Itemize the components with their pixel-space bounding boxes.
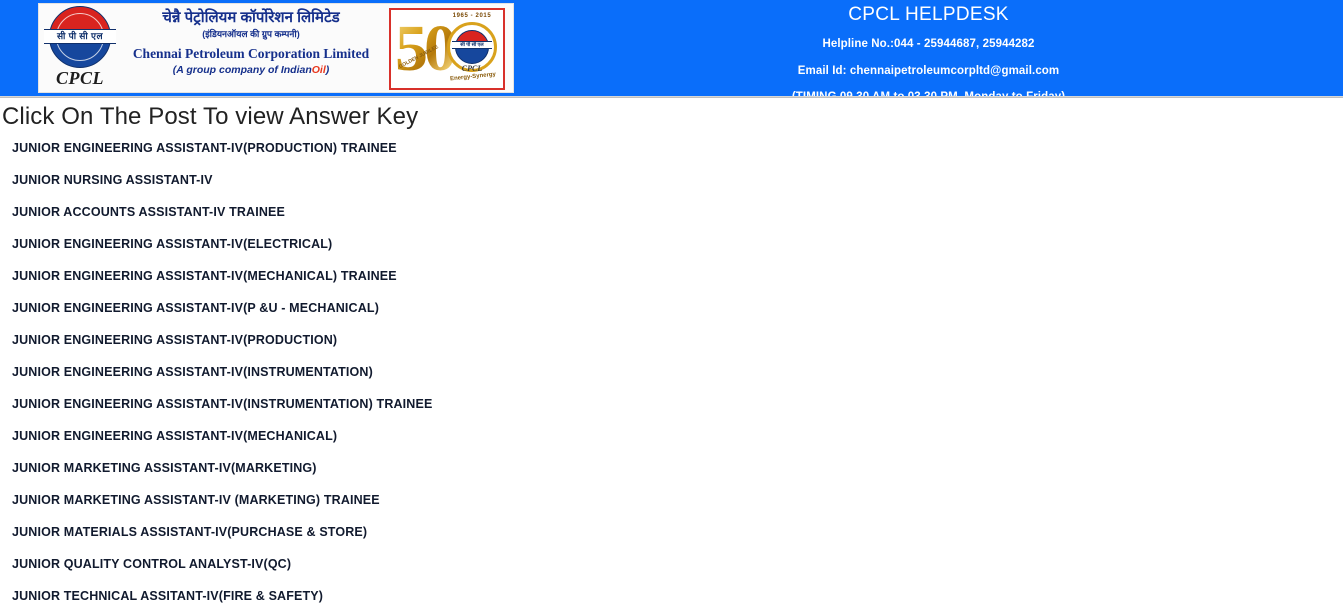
company-name-block: चेन्नै पेट्रोलियम कॉर्पोरेशन लिमिटेड (इं… <box>111 9 391 78</box>
jubilee-number: 50 <box>395 12 457 85</box>
helpdesk-timing: (TIMING 09.30 AM to 03.30 PM. Monday to … <box>514 91 1343 96</box>
post-list-item[interactable]: JUNIOR ENGINEERING ASSISTANT-IV(MECHANIC… <box>0 260 1343 292</box>
post-list-item[interactable]: JUNIOR ENGINEERING ASSISTANT-IV(PRODUCTI… <box>0 132 1343 164</box>
helpdesk-title: CPCL HELPDESK <box>848 4 1009 25</box>
company-subtitle-hindi: (इंडियनऑयल की ग्रुप कम्पनी) <box>202 28 300 39</box>
post-list-item[interactable]: JUNIOR ENGINEERING ASSISTANT-IV(P &U - M… <box>0 292 1343 324</box>
helpdesk-email: Email Id: chennaipetroleumcorpltd@gmail.… <box>797 64 1060 77</box>
helpdesk-block: CPCL HELPDESK Helpline No.:044 - 2594468… <box>514 0 1343 96</box>
post-list-item[interactable]: JUNIOR ENGINEERING ASSISTANT-IV(MECHANIC… <box>0 420 1343 452</box>
company-name-english: Chennai Petroleum Corporation Limited <box>132 46 370 62</box>
company-name-hindi: चेन्नै पेट्रोलियम कॉर्पोरेशन लिमिटेड <box>162 9 340 26</box>
post-list-item[interactable]: JUNIOR TECHNICAL ASSITANT-IV(FIRE & SAFE… <box>0 580 1343 612</box>
company-subtitle-prefix: (A group company of Indian <box>172 64 312 77</box>
post-list-item[interactable]: JUNIOR QUALITY CONTROL ANALYST-IV(QC) <box>0 548 1343 580</box>
jubilee-years: 1965 - 2015 <box>452 13 492 19</box>
company-subtitle-suffix: ) <box>325 64 330 77</box>
post-list-item[interactable]: JUNIOR MARKETING ASSISTANT-IV (MARKETING… <box>0 484 1343 516</box>
post-list-item[interactable]: JUNIOR ACCOUNTS ASSISTANT-IV TRAINEE <box>0 196 1343 228</box>
cpcl-emblem-band: सी पी सी एल <box>44 29 116 44</box>
indianoil-brand-text: Oil <box>311 64 326 77</box>
page-title: Click On The Post To view Answer Key <box>2 103 419 130</box>
jubilee-emblem-band-text: सी पी सी एल <box>460 42 484 48</box>
jubilee-emblem-band: सी पी सी एल <box>452 41 492 49</box>
cpcl-emblem-band-text: सी पी सी एल <box>56 31 104 41</box>
post-list: JUNIOR ENGINEERING ASSISTANT-IV(PRODUCTI… <box>0 132 1343 612</box>
post-list-item[interactable]: JUNIOR NURSING ASSISTANT-IV <box>0 164 1343 196</box>
post-list-item[interactable]: JUNIOR ENGINEERING ASSISTANT-IV(ELECTRIC… <box>0 228 1343 260</box>
golden-jubilee-logo: 50 1965 - 2015 GOLDEN JUBILEE सी पी सी ए… <box>389 8 505 90</box>
post-list-item[interactable]: JUNIOR ENGINEERING ASSISTANT-IV(PRODUCTI… <box>0 324 1343 356</box>
post-list-item[interactable]: JUNIOR MARKETING ASSISTANT-IV(MARKETING) <box>0 452 1343 484</box>
post-list-item[interactable]: JUNIOR ENGINEERING ASSISTANT-IV(INSTRUME… <box>0 356 1343 388</box>
cpcl-wordmark: CPCL <box>55 68 104 88</box>
helpdesk-helpline: Helpline No.:044 - 25944687, 25944282 <box>822 38 1035 50</box>
cpcl-logo-panel: सी पी सी एल CPCL चेन्नै पेट्रोलियम कॉर्प… <box>38 3 514 93</box>
post-list-item[interactable]: JUNIOR ENGINEERING ASSISTANT-IV(INSTRUME… <box>0 388 1343 420</box>
cpcl-emblem-icon: सी पी सी एल <box>44 6 116 68</box>
company-subtitle-english: (A group company of IndianOil) <box>111 64 391 78</box>
header-banner: सी पी सी एल CPCL चेन्नै पेट्रोलियम कॉर्प… <box>0 0 1343 96</box>
post-list-item[interactable]: JUNIOR MATERIALS ASSISTANT-IV(PURCHASE &… <box>0 516 1343 548</box>
